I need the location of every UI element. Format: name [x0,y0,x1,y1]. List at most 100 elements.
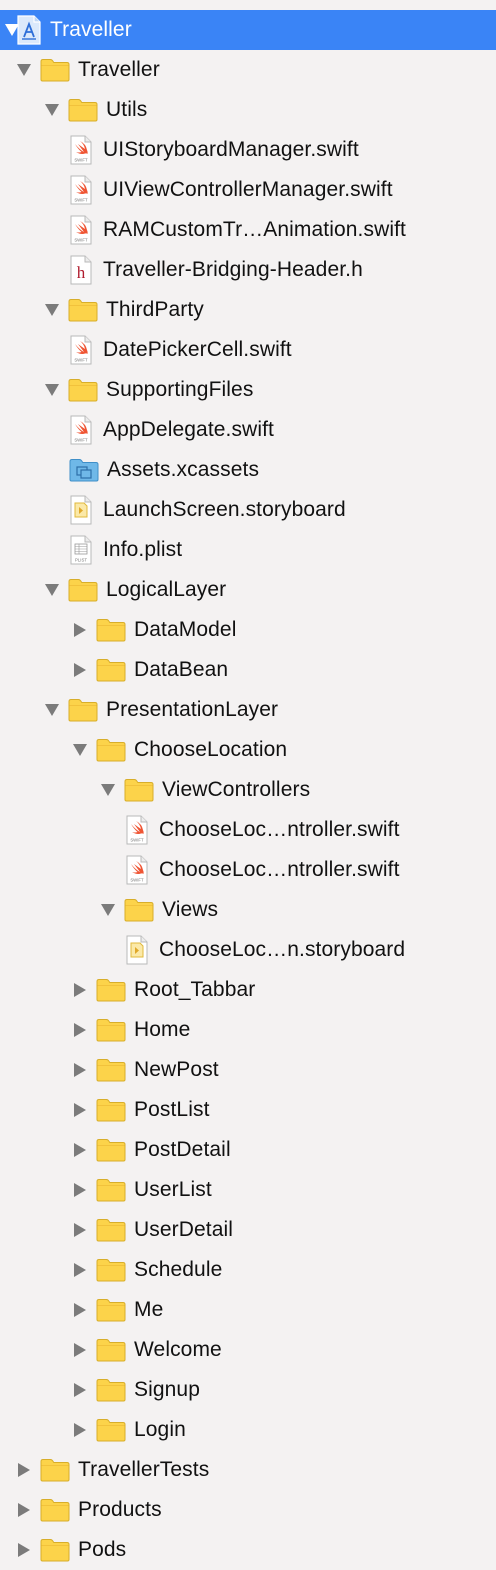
disclosure-collapsed-icon[interactable] [68,1410,92,1450]
navigator-item-newpost[interactable]: NewPost [0,1050,496,1090]
folder-icon [96,1050,126,1090]
disclosure-collapsed-icon[interactable] [12,1450,36,1490]
disclosure-expanded-icon[interactable] [40,90,64,130]
navigator-item-chooseloc-n-storyboard[interactable]: ChooseLoc…n.storyboard [0,930,496,970]
navigator-item-utils[interactable]: Utils [0,90,496,130]
swift-file-icon: SWIFT [125,810,149,850]
asset-catalog-icon [69,450,99,490]
disclosure-collapsed-icon[interactable] [68,1130,92,1170]
navigator-item-schedule[interactable]: Schedule [0,1250,496,1290]
navigator-item-products[interactable]: Products [0,1490,496,1530]
folder-icon [40,1490,70,1530]
navigator-item-userlist[interactable]: UserList [0,1170,496,1210]
disclosure-expanded-icon[interactable] [40,370,64,410]
navigator-item-label: TravellerTests [78,1458,210,1481]
disclosure-collapsed-icon[interactable] [68,610,92,650]
svg-text:SWIFT: SWIFT [130,878,144,883]
disclosure-collapsed-icon[interactable] [68,1010,92,1050]
navigator-item-label: Utils [106,98,148,121]
navigator-item-views[interactable]: Views [0,890,496,930]
folder-icon [96,1290,126,1330]
disclosure-collapsed-icon[interactable] [68,1290,92,1330]
disclosure-collapsed-icon[interactable] [68,1090,92,1130]
disclosure-collapsed-icon[interactable] [68,1330,92,1370]
navigator-item-databean[interactable]: DataBean [0,650,496,690]
folder-icon [96,1210,126,1250]
disclosure-expanded-icon[interactable] [12,50,36,90]
navigator-item-viewcontrollers[interactable]: ViewControllers [0,770,496,810]
navigator-item-travellertests[interactable]: TravellerTests [0,1450,496,1490]
disclosure-expanded-icon[interactable] [96,770,120,810]
disclosure-expanded-icon[interactable] [40,690,64,730]
svg-text:SWIFT: SWIFT [74,358,88,363]
svg-text:PLIST: PLIST [75,558,87,563]
navigator-item-chooseloc-ntroller-swift[interactable]: SWIFT ChooseLoc…ntroller.swift [0,850,496,890]
navigator-item-label: Schedule [134,1258,223,1281]
navigator-item-thirdparty[interactable]: ThirdParty [0,290,496,330]
navigator-item-label: DataBean [134,658,229,681]
navigator-item-uiviewcontrollermanager-swift[interactable]: SWIFT UIViewControllerManager.swift [0,170,496,210]
disclosure-collapsed-icon[interactable] [68,1370,92,1410]
navigator-item-label: ChooseLoc…ntroller.swift [159,818,400,841]
disclosure-collapsed-icon[interactable] [12,1530,36,1570]
svg-text:SWIFT: SWIFT [74,238,88,243]
navigator-item-datepickercell-swift[interactable]: SWIFT DatePickerCell.swift [0,330,496,370]
navigator-item-assets-xcassets[interactable]: Assets.xcassets [0,450,496,490]
navigator-item-login[interactable]: Login [0,1410,496,1450]
navigator-item-chooselocation[interactable]: ChooseLocation [0,730,496,770]
navigator-item-uistoryboardmanager-swift[interactable]: SWIFT UIStoryboardManager.swift [0,130,496,170]
navigator-item-label: Traveller [78,58,160,81]
folder-icon [96,1090,126,1130]
folder-icon [68,290,98,330]
navigator-item-label: ChooseLoc…ntroller.swift [159,858,400,881]
disclosure-collapsed-icon[interactable] [68,650,92,690]
navigator-item-postlist[interactable]: PostList [0,1090,496,1130]
swift-file-icon: SWIFT [125,850,149,890]
navigator-item-label: DatePickerCell.swift [103,338,292,361]
navigator-item-datamodel[interactable]: DataModel [0,610,496,650]
navigator-item-signup[interactable]: Signup [0,1370,496,1410]
navigator-item-welcome[interactable]: Welcome [0,1330,496,1370]
navigator-item-traveller[interactable]: Traveller [0,50,496,90]
navigator-item-userdetail[interactable]: UserDetail [0,1210,496,1250]
navigator-item-postdetail[interactable]: PostDetail [0,1130,496,1170]
navigator-item-pods[interactable]: Pods [0,1530,496,1570]
navigator-item-traveller[interactable]: Traveller [0,10,496,50]
navigator-item-me[interactable]: Me [0,1290,496,1330]
navigator-item-supportingfiles[interactable]: SupportingFiles [0,370,496,410]
disclosure-collapsed-icon[interactable] [12,1490,36,1530]
disclosure-collapsed-icon[interactable] [68,1170,92,1210]
folder-icon [40,1450,70,1490]
navigator-item-appdelegate-swift[interactable]: SWIFT AppDelegate.swift [0,410,496,450]
navigator-item-ramcustomtr-animation-swift[interactable]: SWIFT RAMCustomTr…Animation.swift [0,210,496,250]
navigator-item-label: Views [162,898,219,921]
swift-file-icon: SWIFT [69,210,93,250]
navigator-item-launchscreen-storyboard[interactable]: LaunchScreen.storyboard [0,490,496,530]
svg-text:h: h [77,263,86,282]
swift-file-icon: SWIFT [69,410,93,450]
navigator-item-presentationlayer[interactable]: PresentationLayer [0,690,496,730]
header-file-icon: h [69,250,93,290]
disclosure-expanded-icon[interactable] [68,730,92,770]
folder-icon [96,650,126,690]
disclosure-collapsed-icon[interactable] [68,970,92,1010]
project-navigator: Traveller Traveller Utils SWIFT UIStoryboard… [0,10,496,1570]
navigator-item-info-plist[interactable]: PLIST Info.plist [0,530,496,570]
swift-file-icon: SWIFT [69,170,93,210]
disclosure-expanded-icon[interactable] [96,890,120,930]
navigator-item-logicallayer[interactable]: LogicalLayer [0,570,496,610]
disclosure-collapsed-icon[interactable] [68,1250,92,1290]
disclosure-collapsed-icon[interactable] [68,1210,92,1250]
disclosure-expanded-icon[interactable] [40,290,64,330]
disclosure-expanded-icon[interactable] [40,570,64,610]
navigator-item-label: Info.plist [103,538,183,561]
folder-icon [96,1170,126,1210]
svg-text:SWIFT: SWIFT [74,158,88,163]
navigator-item-home[interactable]: Home [0,1010,496,1050]
navigator-item-chooseloc-ntroller-swift[interactable]: SWIFT ChooseLoc…ntroller.swift [0,810,496,850]
navigator-item-label: UIStoryboardManager.swift [103,138,359,161]
disclosure-collapsed-icon[interactable] [68,1050,92,1090]
navigator-item-root-tabbar[interactable]: Root_Tabbar [0,970,496,1010]
navigator-item-traveller-bridging-header-h[interactable]: h Traveller-Bridging-Header.h [0,250,496,290]
navigator-item-label: ChooseLocation [134,738,288,761]
